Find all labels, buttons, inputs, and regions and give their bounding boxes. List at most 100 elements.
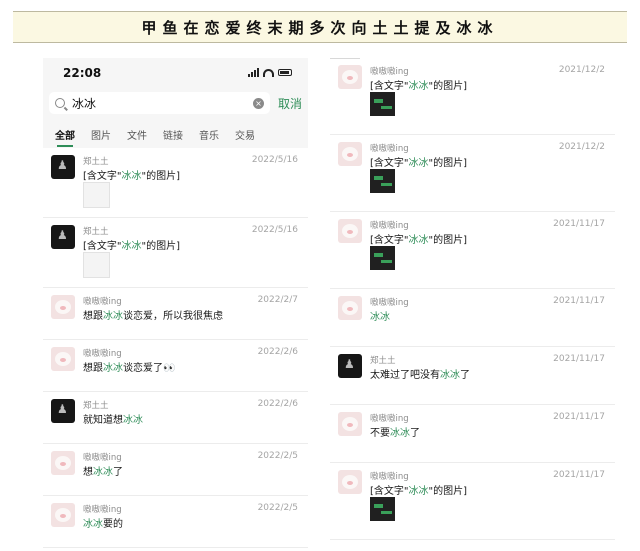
text-segment: [含文字" bbox=[83, 241, 122, 252]
avatar bbox=[338, 470, 362, 494]
text-segment: [含文字" bbox=[370, 158, 409, 169]
text-segment: "的图片] bbox=[428, 81, 468, 92]
result-item[interactable]: 嗷嗷嗷ing 2022/2/7 想跟冰冰谈恋爱，所以我很焦虑 bbox=[43, 288, 308, 340]
message-date: 2021/11/17 bbox=[553, 296, 605, 306]
image-thumbnail[interactable] bbox=[370, 497, 395, 521]
text-segment: 了 bbox=[460, 370, 470, 381]
keyword-highlight: 冰冰 bbox=[408, 486, 429, 497]
result-item[interactable]: 郑土土 2022/2/6 就知道想冰冰 bbox=[43, 392, 308, 444]
message-date: 2022/2/7 bbox=[257, 295, 298, 305]
message-text: 想冰冰了 bbox=[83, 463, 123, 478]
result-list: 郑土土2022/5/16[含文字"冰冰"的图片]郑土土2022/5/16[含文字… bbox=[43, 148, 308, 548]
result-item[interactable]: 嗷嗷嗷ing 2021/11/17 不要冰冰了 bbox=[330, 405, 615, 463]
search-input[interactable]: 冰冰 × bbox=[49, 92, 270, 114]
search-icon bbox=[55, 98, 65, 108]
search-query[interactable]: 冰冰 bbox=[72, 95, 253, 112]
text-segment: 想跟 bbox=[83, 311, 103, 322]
image-thumbnail[interactable] bbox=[370, 92, 395, 116]
keyword-highlight: 冰冰 bbox=[121, 171, 142, 182]
result-item[interactable]: 嗷嗷嗷ing 2022/2/5 冰冰要的 bbox=[43, 496, 308, 548]
result-item[interactable]: 嗷嗷嗷ing 2021/11/17 冰冰 bbox=[330, 289, 615, 347]
tab-music[interactable]: 音乐 bbox=[199, 127, 219, 142]
result-item[interactable]: 嗷嗷嗷ing 2022/2/6 想跟冰冰谈恋爱了👀 bbox=[43, 340, 308, 392]
avatar bbox=[338, 219, 362, 243]
result-item[interactable]: 郑土土 2022/5/16 [含文字"冰冰"的图片] bbox=[43, 218, 308, 288]
keyword-highlight: 冰冰 bbox=[440, 370, 460, 381]
text-segment: "的图片] bbox=[428, 158, 468, 169]
image-thumbnail[interactable] bbox=[370, 169, 395, 193]
image-thumbnail[interactable] bbox=[83, 182, 110, 208]
tab-links[interactable]: 链接 bbox=[163, 127, 183, 142]
message-text: 冰冰要的 bbox=[83, 515, 123, 530]
keyword-highlight: 冰冰 bbox=[93, 467, 113, 478]
sender-name: 郑土土 bbox=[370, 356, 396, 366]
message-text: [含文字"冰冰"的图片] bbox=[370, 154, 467, 169]
avatar bbox=[51, 225, 75, 249]
sender-name: 嗷嗷嗷ing bbox=[83, 505, 122, 515]
result-item[interactable]: 嗷嗷嗷ing 2021/12/2 [含文字"冰冰"的图片] bbox=[330, 58, 615, 135]
result-item[interactable]: 郑土土 2021/11/17 太难过了吧没有冰冰了 bbox=[330, 347, 615, 405]
result-list: 嗷嗷嗷ing 2021/12/2 [含文字"冰冰"的图片] 嗷嗷嗷ing 2021/12… bbox=[330, 58, 615, 540]
text-segment: 了 bbox=[410, 428, 420, 439]
search-results-right: 嗷嗷嗷ing 2021/12/2 [含文字"冰冰"的图片] 嗷嗷嗷ing 2021/12… bbox=[330, 58, 615, 540]
signal-icon bbox=[248, 68, 259, 77]
battery-icon bbox=[278, 69, 292, 76]
tab-images[interactable]: 图片 bbox=[91, 127, 111, 142]
text-segment: [含文字" bbox=[370, 235, 409, 246]
text-segment: 太难过了吧没有 bbox=[370, 370, 440, 381]
text-segment: 就知道想 bbox=[83, 415, 123, 426]
text-segment: 谈恋爱了👀 bbox=[123, 363, 176, 374]
keyword-highlight: 冰冰 bbox=[123, 415, 143, 426]
tab-transactions[interactable]: 交易 bbox=[235, 127, 255, 142]
filter-tabs: 全部 图片 文件 链接 音乐 交易 bbox=[55, 127, 255, 147]
message-text: 就知道想冰冰 bbox=[83, 411, 143, 426]
message-date: 2021/11/17 bbox=[553, 470, 605, 480]
avatar bbox=[338, 65, 362, 89]
sender-name: 郑土土 bbox=[83, 401, 109, 411]
message-date: 2022/2/5 bbox=[257, 451, 298, 461]
message-text: [含文字"冰冰"的图片] bbox=[370, 231, 467, 246]
sender-name: 嗷嗷嗷ing bbox=[370, 472, 409, 482]
message-text: [含文字"冰冰"的图片] bbox=[83, 237, 180, 252]
image-thumbnail[interactable] bbox=[83, 252, 110, 278]
image-thumbnail[interactable] bbox=[370, 246, 395, 270]
text-segment: 不要 bbox=[370, 428, 390, 439]
text-segment: 了 bbox=[113, 467, 123, 478]
avatar bbox=[51, 347, 75, 371]
result-item[interactable]: 嗷嗷嗷ing 2022/2/5 想冰冰了 bbox=[43, 444, 308, 496]
sender-name: 嗷嗷嗷ing bbox=[83, 297, 122, 307]
message-text: 冰冰 bbox=[370, 308, 390, 323]
sender-name: 嗷嗷嗷ing bbox=[370, 67, 409, 77]
message-text: [含文字"冰冰"的图片] bbox=[370, 77, 467, 92]
keyword-highlight: 冰冰 bbox=[103, 311, 123, 322]
sender-name: 郑土土 bbox=[83, 157, 109, 167]
sender-name: 嗷嗷嗷ing bbox=[83, 453, 122, 463]
keyword-highlight: 冰冰 bbox=[83, 519, 103, 530]
tab-all[interactable]: 全部 bbox=[55, 127, 75, 147]
message-text: [含文字"冰冰"的图片] bbox=[83, 167, 180, 182]
message-date: 2021/11/17 bbox=[553, 412, 605, 422]
keyword-highlight: 冰冰 bbox=[121, 241, 142, 252]
text-segment: [含文字" bbox=[370, 486, 409, 497]
result-item[interactable]: 嗷嗷嗷ing 2021/11/17 [含文字"冰冰"的图片] bbox=[330, 212, 615, 289]
keyword-highlight: 冰冰 bbox=[408, 81, 429, 92]
text-segment: "的图片] bbox=[428, 235, 468, 246]
result-item[interactable]: 嗷嗷嗷ing 2021/12/2 [含文字"冰冰"的图片] bbox=[330, 135, 615, 212]
avatar bbox=[51, 155, 75, 179]
sender-name: 嗷嗷嗷ing bbox=[370, 414, 409, 424]
tab-files[interactable]: 文件 bbox=[127, 127, 147, 142]
keyword-highlight: 冰冰 bbox=[408, 235, 429, 246]
text-segment: "的图片] bbox=[141, 171, 181, 182]
result-item[interactable]: 嗷嗷嗷ing 2021/11/17 [含文字"冰冰"的图片] bbox=[330, 463, 615, 540]
clear-icon[interactable]: × bbox=[252, 97, 264, 109]
keyword-highlight: 冰冰 bbox=[103, 363, 123, 374]
sender-name: 郑土土 bbox=[83, 227, 109, 237]
message-date: 2022/5/16 bbox=[251, 155, 298, 165]
result-item[interactable]: 郑土土 2022/5/16 [含文字"冰冰"的图片] bbox=[43, 148, 308, 218]
cancel-button[interactable]: 取消 bbox=[278, 95, 302, 112]
keyword-highlight: 冰冰 bbox=[408, 158, 429, 169]
keyword-highlight: 冰冰 bbox=[370, 312, 390, 323]
wifi-icon bbox=[263, 68, 274, 77]
status-time: 22:08 bbox=[63, 66, 102, 80]
text-segment: "的图片] bbox=[428, 486, 468, 497]
